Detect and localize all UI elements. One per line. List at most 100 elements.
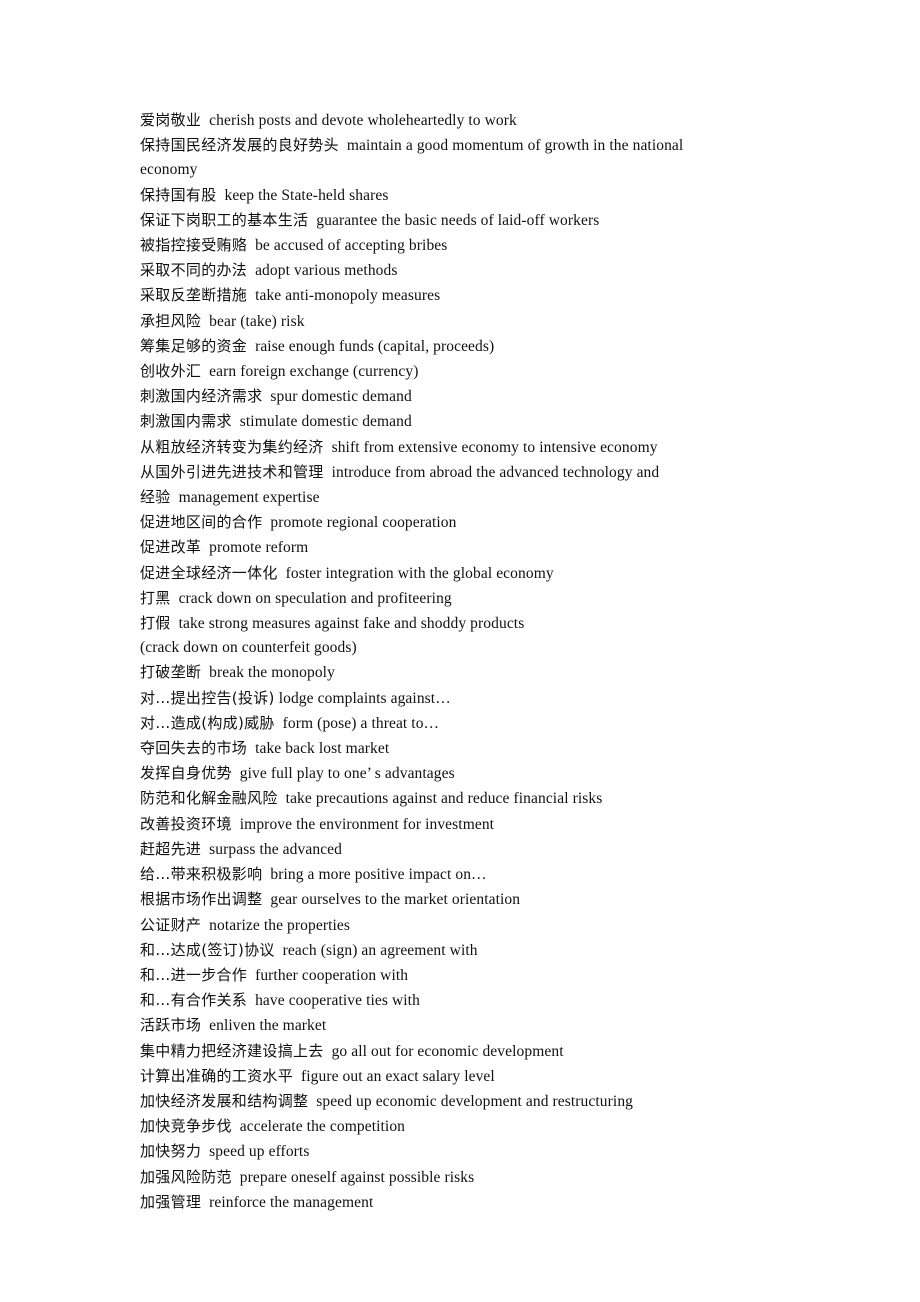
entry-chinese-term: 采取反垄断措施 xyxy=(140,286,248,305)
glossary-entry: 加快经济发展和结构调整 speed up economic development… xyxy=(140,1089,712,1114)
glossary-entry: 刺激国内经济需求 spur domestic demand xyxy=(140,384,712,409)
entry-english-gloss: enliven the market xyxy=(209,1017,327,1035)
entry-chinese-term: 保持国民经济发展的良好势头 xyxy=(140,136,339,155)
entry-chinese-term: 加快努力 xyxy=(140,1142,202,1161)
entry-english-gloss: be accused of accepting bribes xyxy=(255,237,448,255)
entry-english-gloss: stimulate domestic demand xyxy=(239,413,412,431)
entry-english-gloss: go all out for economic development xyxy=(331,1042,564,1060)
glossary-entry: 防范和化解金融风险 take precautions against and re… xyxy=(140,786,712,811)
entry-chinese-term: 爱岗敬业 xyxy=(140,111,202,129)
entry-english-gloss: foster integration with the global econo… xyxy=(285,564,554,582)
entry-english-gloss: take anti-monopoly measures xyxy=(255,287,441,305)
glossary-entry: 促进地区间的合作 promote regional cooperation xyxy=(140,510,712,535)
entry-chinese-term: 筹集足够的资金 xyxy=(140,336,248,355)
entry-chinese-term: 打破垄断 xyxy=(140,663,202,682)
glossary-entry: 发挥自身优势 give full play to one’ s advantage… xyxy=(140,761,712,786)
entry-english-gloss: keep the State-held shares xyxy=(224,186,389,204)
entry-english-gloss: guarantee the basic needs of laid-off wo… xyxy=(316,211,600,229)
glossary-entry: 从粗放经济转变为集约经济 shift from extensive economy… xyxy=(140,435,712,460)
entry-english-gloss: cherish posts and devote wholeheartedly … xyxy=(209,112,517,129)
entry-english-gloss: management expertise xyxy=(178,489,320,507)
glossary-entry: 促进改革 promote reform xyxy=(140,535,712,560)
entry-chinese-term: 改善投资环境 xyxy=(140,814,232,833)
entry-chinese-term: 发挥自身优势 xyxy=(140,764,232,783)
entry-english-gloss: speed up efforts xyxy=(209,1143,310,1161)
entry-english-gloss: surpass the advanced xyxy=(209,840,342,858)
glossary-entry: 公证财产 notarize the properties xyxy=(140,913,712,938)
entry-english-gloss: promote regional cooperation xyxy=(270,514,457,532)
entry-chinese-term: 保持国有股 xyxy=(140,185,217,204)
entry-chinese-term: 从粗放经济转变为集约经济 xyxy=(140,437,324,456)
entry-english-gloss: prepare oneself against possible risks xyxy=(239,1168,475,1186)
entry-chinese-term: 计算出准确的工资水平 xyxy=(140,1066,294,1085)
glossary-entry: 对…造成(构成)威胁 form (pose) a threat to… xyxy=(140,711,712,736)
glossary-entry: 和…进一步合作 further cooperation with xyxy=(140,963,712,988)
entry-chinese-term: 活跃市场 xyxy=(140,1016,202,1035)
entry-english-gloss: reinforce the management xyxy=(209,1193,374,1211)
glossary-entry: 保证下岗职工的基本生活 guarantee the basic needs of … xyxy=(140,208,712,233)
glossary-entry: 打破垄断 break the monopoly xyxy=(140,660,712,685)
glossary-entry: 赶超先进 surpass the advanced xyxy=(140,837,712,862)
entry-chinese-term: 加快竞争步伐 xyxy=(140,1117,232,1136)
glossary-entry: 计算出准确的工资水平 figure out an exact salary lev… xyxy=(140,1064,712,1089)
glossary-entry: 爱岗敬业 cherish posts and devote wholehearte… xyxy=(140,108,712,133)
entry-chinese-term: 和…有合作关系 xyxy=(140,991,248,1010)
entry-chinese-term: 被指控接受贿赂 xyxy=(140,236,248,255)
entry-english-gloss: take back lost market xyxy=(255,740,390,758)
glossary-entry: (crack down on counterfeit goods) xyxy=(140,636,712,660)
entry-chinese-term: 对…造成(构成)威胁 xyxy=(140,713,275,732)
entry-english-gloss: crack down on speculation and profiteeri… xyxy=(178,589,452,607)
entry-english-gloss: notarize the properties xyxy=(209,916,351,934)
glossary-entry: 加强风险防范 prepare oneself against possible r… xyxy=(140,1165,712,1190)
entry-english-gloss: form (pose) a threat to… xyxy=(282,714,440,732)
entry-chinese-term: 打假 xyxy=(140,614,171,633)
glossary-entry: 从国外引进先进技术和管理 introduce from abroad the ad… xyxy=(140,460,712,485)
glossary-entry: 和…达成(签订)协议 reach (sign) an agreement with xyxy=(140,938,712,963)
glossary-entry: 根据市场作出调整 gear ourselves to the market ori… xyxy=(140,887,712,912)
entry-chinese-term: 刺激国内经济需求 xyxy=(140,387,263,406)
entry-english-gloss: promote reform xyxy=(209,539,309,557)
glossary-entry: 活跃市场 enliven the market xyxy=(140,1013,712,1038)
entry-chinese-term: 根据市场作出调整 xyxy=(140,890,263,909)
entry-chinese-term: 和…达成(签订)协议 xyxy=(140,940,275,959)
entry-chinese-term: 加强管理 xyxy=(140,1192,202,1211)
entry-chinese-term: 经验 xyxy=(140,488,171,507)
glossary-entry: 集中精力把经济建设搞上去 go all out for economic deve… xyxy=(140,1039,712,1064)
entry-english-gloss: break the monopoly xyxy=(209,664,335,682)
entry-english-gloss: (crack down on counterfeit goods) xyxy=(140,639,357,657)
entry-english-gloss: give full play to one’ s advantages xyxy=(239,765,455,783)
entry-chinese-term: 加快经济发展和结构调整 xyxy=(140,1091,309,1110)
entry-chinese-term: 加强风险防范 xyxy=(140,1167,232,1186)
entry-english-gloss: figure out an exact salary level xyxy=(300,1067,495,1085)
entry-chinese-term: 促进地区间的合作 xyxy=(140,513,263,532)
entry-english-gloss: shift from extensive economy to intensiv… xyxy=(331,438,658,456)
entry-chinese-term: 打黑 xyxy=(140,588,171,607)
entry-chinese-term: 集中精力把经济建设搞上去 xyxy=(140,1041,324,1060)
entry-chinese-term: 刺激国内需求 xyxy=(140,412,232,431)
glossary-entry: 夺回失去的市场 take back lost market xyxy=(140,736,712,761)
glossary-entry: 和…有合作关系 have cooperative ties with xyxy=(140,988,712,1013)
glossary-entry: 加快努力 speed up efforts xyxy=(140,1139,712,1164)
entry-english-gloss: further cooperation with xyxy=(255,966,409,984)
entry-english-gloss: bring a more positive impact on… xyxy=(270,866,487,884)
glossary-entry: 保持国有股 keep the State-held shares xyxy=(140,183,712,208)
entry-english-gloss: take precautions against and reduce fina… xyxy=(285,790,603,808)
glossary-entry: 采取反垄断措施 take anti-monopoly measures xyxy=(140,283,712,308)
glossary-entry: 采取不同的办法 adopt various methods xyxy=(140,258,712,283)
entry-chinese-term: 防范和化解金融风险 xyxy=(140,789,278,808)
entry-english-gloss: spur domestic demand xyxy=(270,388,412,406)
glossary-entry: 被指控接受贿赂 be accused of accepting bribes xyxy=(140,233,712,258)
entry-english-gloss: introduce from abroad the advanced techn… xyxy=(331,463,660,481)
entry-chinese-term: 夺回失去的市场 xyxy=(140,739,248,758)
glossary-entry: 承担风险 bear (take) risk xyxy=(140,309,712,334)
entry-chinese-term: 从国外引进先进技术和管理 xyxy=(140,462,324,481)
entry-english-gloss: speed up economic development and restru… xyxy=(316,1092,634,1110)
entry-english-gloss: lodge complaints against… xyxy=(278,689,451,707)
entry-chinese-term: 采取不同的办法 xyxy=(140,261,248,280)
glossary-entry: 给…带来积极影响 bring a more positive impact on… xyxy=(140,862,712,887)
glossary-entry: 加快竞争步伐 accelerate the competition xyxy=(140,1114,712,1139)
glossary-entry: 刺激国内需求 stimulate domestic demand xyxy=(140,409,712,434)
glossary-entry-list: 爱岗敬业 cherish posts and devote wholehearte… xyxy=(140,108,712,1215)
entry-chinese-term: 创收外汇 xyxy=(140,362,202,381)
entry-english-gloss: earn foreign exchange (currency) xyxy=(209,363,419,381)
